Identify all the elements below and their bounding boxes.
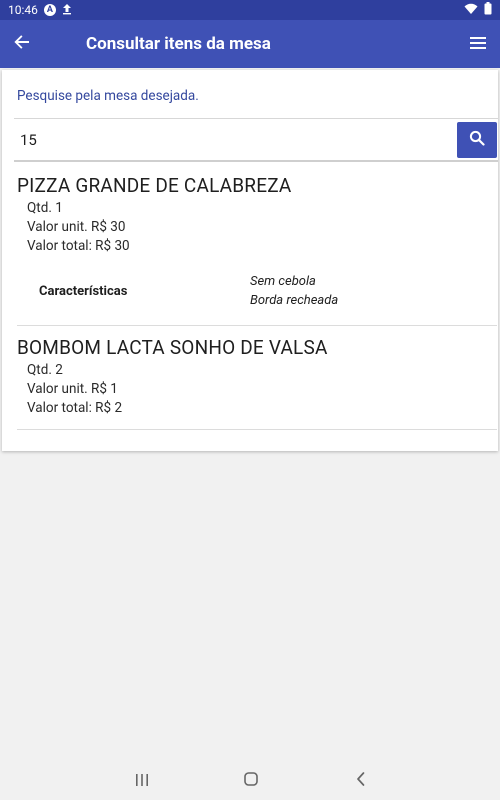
battery-icon [484, 2, 492, 18]
wifi-icon [464, 3, 478, 18]
feature-entry: Sem cebola [250, 274, 316, 289]
features-label: Características [39, 284, 128, 299]
status-left: 10:46 A [8, 3, 72, 18]
hamburger-menu-icon [470, 35, 486, 54]
item-unit-price: Valor unit. R$ 30 [27, 219, 126, 235]
item-quantity: Qtd. 2 [27, 362, 63, 378]
search-hint: Pesquise pela mesa desejada. [17, 88, 199, 104]
status-right [464, 2, 492, 18]
home-icon [243, 771, 259, 791]
page-title: Consultar itens da mesa [86, 34, 271, 54]
upload-icon [62, 3, 72, 18]
search-row [14, 118, 498, 162]
list-item: BOMBOM LACTA SONHO DE VALSA Qtd. 2 Valor… [17, 336, 497, 430]
item-total-price: Valor total: R$ 2 [27, 400, 123, 416]
item-quantity: Qtd. 1 [27, 200, 63, 216]
nav-back-icon [355, 771, 367, 791]
list-item: PIZZA GRANDE DE CALABREZA Qtd. 1 Valor u… [17, 174, 497, 326]
nav-back-button[interactable] [350, 770, 372, 792]
feature-entry: Borda recheada [250, 293, 339, 308]
notification-badge-icon: A [43, 4, 56, 16]
app-bar: Consultar itens da mesa [0, 20, 500, 68]
recent-apps-icon [134, 772, 150, 791]
search-button[interactable] [457, 122, 497, 158]
home-button[interactable] [240, 770, 262, 792]
table-items-card: Pesquise pela mesa desejada. PIZZA GRAND… [2, 70, 498, 451]
back-button[interactable] [0, 20, 44, 68]
search-input[interactable] [14, 119, 454, 161]
item-total-price: Valor total: R$ 30 [27, 238, 130, 254]
menu-button[interactable] [466, 32, 490, 56]
system-nav-bar [0, 760, 500, 800]
recent-apps-button[interactable] [131, 770, 153, 792]
item-name: BOMBOM LACTA SONHO DE VALSA [17, 336, 328, 359]
search-icon [469, 130, 485, 150]
features-list: Sem cebola Borda recheada [250, 272, 338, 310]
item-unit-price: Valor unit. R$ 1 [27, 381, 118, 397]
arrow-back-icon [13, 33, 31, 55]
status-time: 10:46 [8, 3, 38, 17]
item-name: PIZZA GRANDE DE CALABREZA [17, 174, 292, 197]
status-bar: 10:46 A [0, 0, 500, 20]
